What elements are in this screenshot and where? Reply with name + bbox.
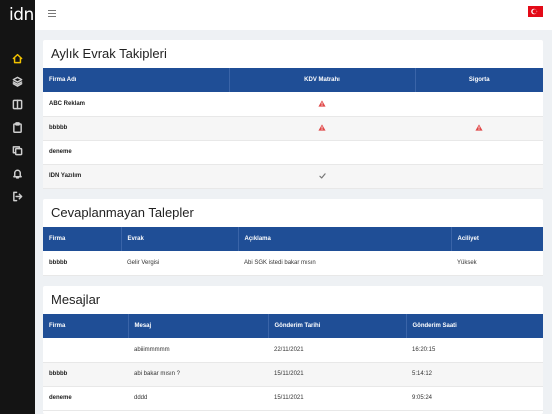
clipboard-icon: [13, 121, 22, 133]
talepler-card: Cevaplanmayan Talepler Firma Evrak Açıkl…: [43, 199, 543, 276]
cell-sigorta: [415, 140, 543, 165]
layers-icon: [12, 76, 23, 87]
talepler-title: Cevaplanmayan Talepler: [51, 205, 194, 220]
col-aciklama: Açıklama: [238, 227, 452, 251]
talepler-table: Firma Evrak Açıklama Aciliyet bbbbb Gelir…: [43, 227, 543, 276]
evrak-card: Aylık Evrak Takipleri Firma Adı KDV Matr…: [43, 40, 543, 189]
table-row[interactable]: bbbbb: [43, 116, 543, 141]
cell-evrak: Gelir Vergisi: [121, 251, 238, 276]
turkey-flag-icon[interactable]: [528, 6, 543, 17]
cell-aciliyet: Yüksek: [451, 251, 543, 276]
cell-firma: bbbbb: [43, 251, 121, 276]
table-row[interactable]: deneme: [43, 140, 543, 165]
table-row[interactable]: ABC Reklam: [43, 92, 543, 117]
evrak-title: Aylık Evrak Takipleri: [51, 46, 167, 61]
warning-icon: [318, 124, 326, 132]
cell-tarih: 22/11/2021: [268, 338, 406, 363]
cell-kdv: [229, 140, 415, 165]
sidebar-item-logout[interactable]: [4, 187, 31, 205]
sidebar-item-layers[interactable]: [4, 72, 31, 90]
cell-sigorta: [415, 92, 543, 117]
mesajlar-title: Mesajlar: [51, 292, 101, 307]
warning-icon: [475, 124, 483, 132]
cell-mesaj: dddd: [128, 386, 268, 411]
cell-firma: ABC Reklam: [43, 92, 229, 117]
sidebar-item-home[interactable]: [4, 49, 31, 67]
cell-saat: 9:05:24: [406, 386, 543, 411]
sidebar-item-clipboard[interactable]: [4, 118, 31, 136]
table-row[interactable]: deneme dddd 15/11/2021 9:05:24: [43, 386, 543, 411]
mesajlar-card: Mesajlar Firma Mesaj Gönderim Tarihi Gön…: [43, 286, 543, 414]
cell-firma: IDN Yazılım: [43, 164, 229, 189]
cell-kdv: [229, 92, 415, 117]
menu-icon[interactable]: [48, 10, 56, 18]
cell-aciklama: Abi SGK istedi bakar mısın: [238, 251, 451, 276]
cell-saat: 5:14:12: [406, 362, 543, 387]
sidebar-item-notifications[interactable]: [4, 164, 31, 182]
mesajlar-table: Firma Mesaj Gönderim Tarihi Gönderim Saa…: [43, 314, 543, 411]
columns-icon: [12, 99, 23, 109]
cell-saat: 16:20:15: [406, 338, 543, 363]
topbar: [35, 0, 552, 30]
col-sigorta: Sigorta: [468, 77, 490, 83]
cell-tarih: 15/11/2021: [268, 362, 406, 387]
cell-firma: deneme: [43, 386, 128, 411]
col-firma: Firma: [43, 227, 122, 251]
table-row[interactable]: bbbbb abi bakar mısın ? 15/11/2021 5:14:12: [43, 362, 543, 387]
col-firma: Firma: [43, 314, 129, 338]
home-icon: [12, 53, 23, 63]
check-icon: [318, 172, 326, 179]
copy-icon: [12, 145, 23, 155]
warning-icon: [318, 100, 326, 107]
logout-icon: [13, 191, 23, 201]
cell-sigorta: [415, 164, 543, 189]
sidebar-item-copy[interactable]: [4, 141, 31, 159]
table-row[interactable]: IDN Yazılım: [43, 164, 543, 189]
evrak-table: Firma Adı KDV Matrahı Sigorta ABC Reklam…: [43, 68, 543, 189]
col-firma-adi: Firma Adı: [43, 68, 230, 92]
col-mesaj: Mesaj: [128, 314, 269, 338]
cell-kdv: [229, 164, 415, 189]
cell-firma: [43, 338, 128, 363]
cell-mesaj: abiiimmmmm: [128, 338, 268, 363]
col-evrak: Evrak: [121, 227, 239, 251]
cell-tarih: 15/11/2021: [268, 386, 406, 411]
sidebar-item-columns[interactable]: [4, 95, 31, 113]
table-row[interactable]: bbbbb Gelir Vergisi Abi SGK istedi bakar m…: [43, 251, 543, 276]
col-gonderim-saati: Gönderim Saati: [412, 323, 457, 329]
col-aciliyet: Aciliyet: [457, 236, 479, 242]
cell-firma: bbbbb: [43, 116, 229, 141]
cell-firma: deneme: [43, 140, 229, 165]
cell-mesaj: abi bakar mısın ?: [128, 362, 268, 387]
bell-icon: [13, 169, 22, 179]
cell-sigorta: [415, 116, 543, 141]
cell-kdv: [229, 116, 415, 141]
col-gonderim-tarihi: Gönderim Tarihi: [268, 314, 407, 338]
app-logo[interactable]: idn: [0, 0, 35, 30]
cell-firma: bbbbb: [43, 362, 128, 387]
sidebar: idn: [0, 0, 35, 414]
col-kdv-matrahi: KDV Matrahı: [229, 68, 416, 92]
table-row[interactable]: abiiimmmmm 22/11/2021 16:20:15: [43, 338, 543, 363]
